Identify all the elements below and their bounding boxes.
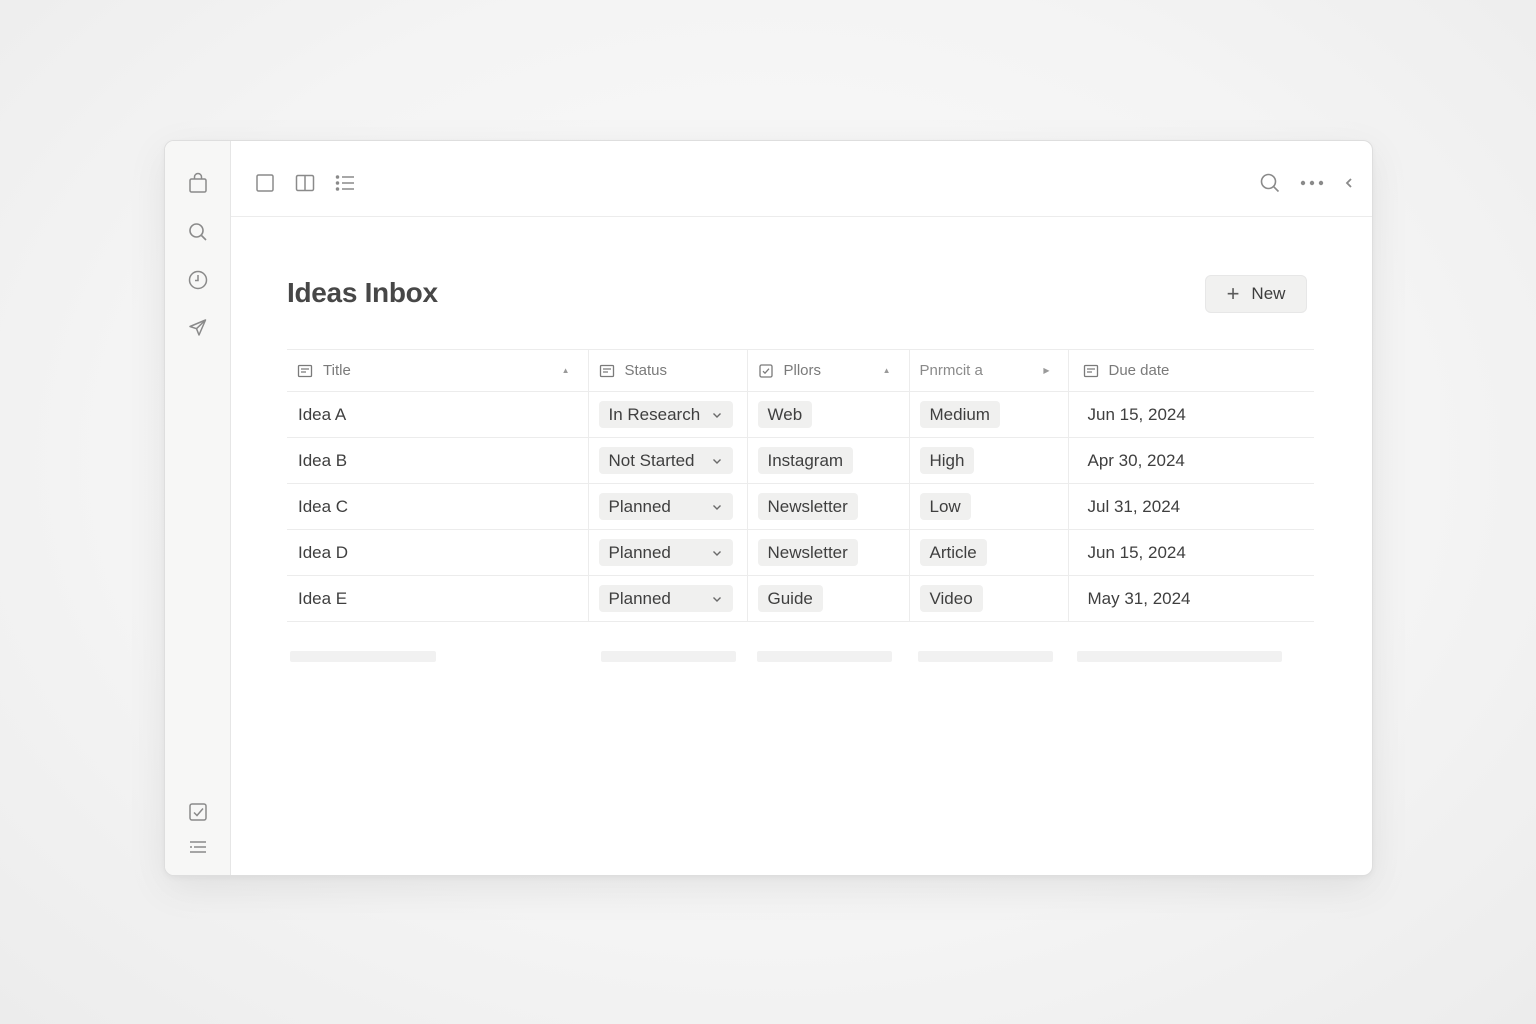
status-select[interactable]: Planned: [598, 493, 733, 520]
title-cell[interactable]: Idea C: [287, 483, 589, 530]
placeholder-bar: [1077, 651, 1282, 662]
column-header-label: Title: [323, 362, 351, 379]
status-select[interactable]: In Research: [598, 401, 733, 428]
format-cell: High: [909, 437, 1069, 484]
chevron-down-icon: [712, 458, 721, 464]
format-cell: Medium: [909, 391, 1069, 438]
format-tag[interactable]: High: [919, 447, 975, 474]
column-header-label: Due date: [1108, 362, 1170, 379]
placeholder-bar: [290, 651, 436, 662]
pillar-tag[interactable]: Newsletter: [757, 539, 858, 566]
pillar-cell: Web: [747, 391, 910, 438]
format-tag[interactable]: Medium: [919, 401, 1000, 428]
status-cell: Planned: [588, 483, 748, 530]
new-button-label: New: [1251, 284, 1286, 303]
status-cell: In Research: [588, 391, 748, 438]
column-header-title[interactable]: Title ▲: [287, 349, 589, 392]
column-header-label: Pnrmcit a: [919, 362, 983, 379]
status-cell: Not Started: [588, 437, 748, 484]
split-pane-icon[interactable]: [293, 171, 317, 195]
format-cell: Low: [909, 483, 1069, 530]
title-cell[interactable]: Idea A: [287, 391, 589, 438]
title-cell[interactable]: Idea E: [287, 575, 589, 622]
more-icon[interactable]: [1299, 171, 1324, 195]
page-title: Ideas Inbox: [287, 277, 438, 308]
top-toolbar: [231, 141, 1372, 217]
status-value: Planned: [608, 542, 671, 562]
table-row[interactable]: Idea D Planned Newsletter Article Jun 15…: [287, 529, 1314, 576]
column-header-due-date[interactable]: Due date: [1068, 349, 1314, 392]
sidebar-rail: [165, 141, 231, 875]
chevron-down-icon: [712, 412, 721, 418]
column-header-pillars[interactable]: Pllors ▲: [747, 349, 910, 392]
text-property-icon: [297, 363, 313, 379]
chevron-down-icon: [712, 596, 721, 602]
table-row[interactable]: Idea B Not Started Instagram High Apr 30…: [287, 437, 1314, 484]
plus-icon: +: [1226, 281, 1240, 306]
sort-icon[interactable]: ▶: [1043, 366, 1049, 375]
status-value: Not Started: [608, 450, 695, 470]
status-select[interactable]: Not Started: [598, 447, 733, 474]
status-cell: Planned: [588, 575, 748, 622]
format-tag[interactable]: Video: [919, 585, 983, 612]
table-header-row: Title ▲ Status Pllors ▲ Pnrmcit a ▶ Due …: [287, 349, 1314, 392]
placeholder-bar: [601, 651, 736, 662]
format-cell: Article: [909, 529, 1069, 576]
date-property-icon: [1083, 363, 1099, 379]
due-date-cell[interactable]: May 31, 2024: [1068, 575, 1314, 622]
ideas-table: Title ▲ Status Pllors ▲ Pnrmcit a ▶ Due …: [287, 349, 1314, 622]
bag-icon[interactable]: [186, 171, 210, 195]
format-tag[interactable]: Article: [919, 539, 987, 566]
select-property-icon: [599, 363, 615, 379]
list-view-icon[interactable]: [333, 171, 357, 195]
column-header-label: Status: [624, 362, 668, 379]
column-header-status[interactable]: Status: [588, 349, 748, 392]
sort-icon[interactable]: ▲: [883, 366, 891, 375]
status-value: Planned: [608, 496, 671, 516]
table-row[interactable]: Idea C Planned Newsletter Low Jul 31, 20…: [287, 483, 1314, 530]
app-window: Ideas Inbox + New Title ▲ Status Pllors …: [164, 140, 1373, 876]
table-row[interactable]: Idea E Planned Guide Video May 31, 2024: [287, 575, 1314, 622]
due-date-cell[interactable]: Apr 30, 2024: [1068, 437, 1314, 484]
clock-icon[interactable]: [186, 268, 210, 292]
send-icon[interactable]: [186, 315, 210, 339]
search-icon[interactable]: [1258, 171, 1282, 195]
status-select[interactable]: Planned: [598, 539, 733, 566]
format-tag[interactable]: Low: [919, 493, 971, 520]
multiselect-property-icon: [758, 363, 774, 379]
search-icon[interactable]: [186, 220, 210, 244]
status-value: In Research: [608, 404, 701, 424]
status-value: Planned: [608, 588, 671, 608]
sort-icon[interactable]: ▲: [562, 366, 570, 375]
main-content: Ideas Inbox + New Title ▲ Status Pllors …: [231, 141, 1372, 875]
pillar-tag[interactable]: Web: [757, 401, 813, 428]
pillar-tag[interactable]: Guide: [757, 585, 823, 612]
due-date-cell[interactable]: Jul 31, 2024: [1068, 483, 1314, 530]
placeholder-bar: [757, 651, 892, 662]
status-cell: Planned: [588, 529, 748, 576]
checkbox-icon[interactable]: [186, 800, 210, 824]
table-row[interactable]: Idea A In Research Web Medium Jun 15, 20…: [287, 391, 1314, 438]
new-button[interactable]: + New: [1205, 275, 1307, 313]
status-select[interactable]: Planned: [598, 585, 733, 612]
column-header-label: Pllors: [783, 362, 822, 379]
format-cell: Video: [909, 575, 1069, 622]
chevron-down-icon: [712, 550, 721, 556]
due-date-cell[interactable]: Jun 15, 2024: [1068, 529, 1314, 576]
pillar-tag[interactable]: Instagram: [757, 447, 854, 474]
pillar-cell: Guide: [747, 575, 910, 622]
pillar-tag[interactable]: Newsletter: [757, 493, 858, 520]
placeholder-bar: [918, 651, 1053, 662]
chevron-down-icon: [712, 504, 721, 510]
pillar-cell: Instagram: [747, 437, 910, 484]
pillar-cell: Newsletter: [747, 529, 910, 576]
title-cell[interactable]: Idea B: [287, 437, 589, 484]
collapse-icon[interactable]: [1341, 171, 1357, 195]
column-header-format[interactable]: Pnrmcit a ▶: [909, 349, 1069, 392]
single-pane-icon[interactable]: [253, 171, 277, 195]
pillar-cell: Newsletter: [747, 483, 910, 530]
due-date-cell[interactable]: Jun 15, 2024: [1068, 391, 1314, 438]
list-settings-icon[interactable]: [186, 835, 210, 859]
title-cell[interactable]: Idea D: [287, 529, 589, 576]
